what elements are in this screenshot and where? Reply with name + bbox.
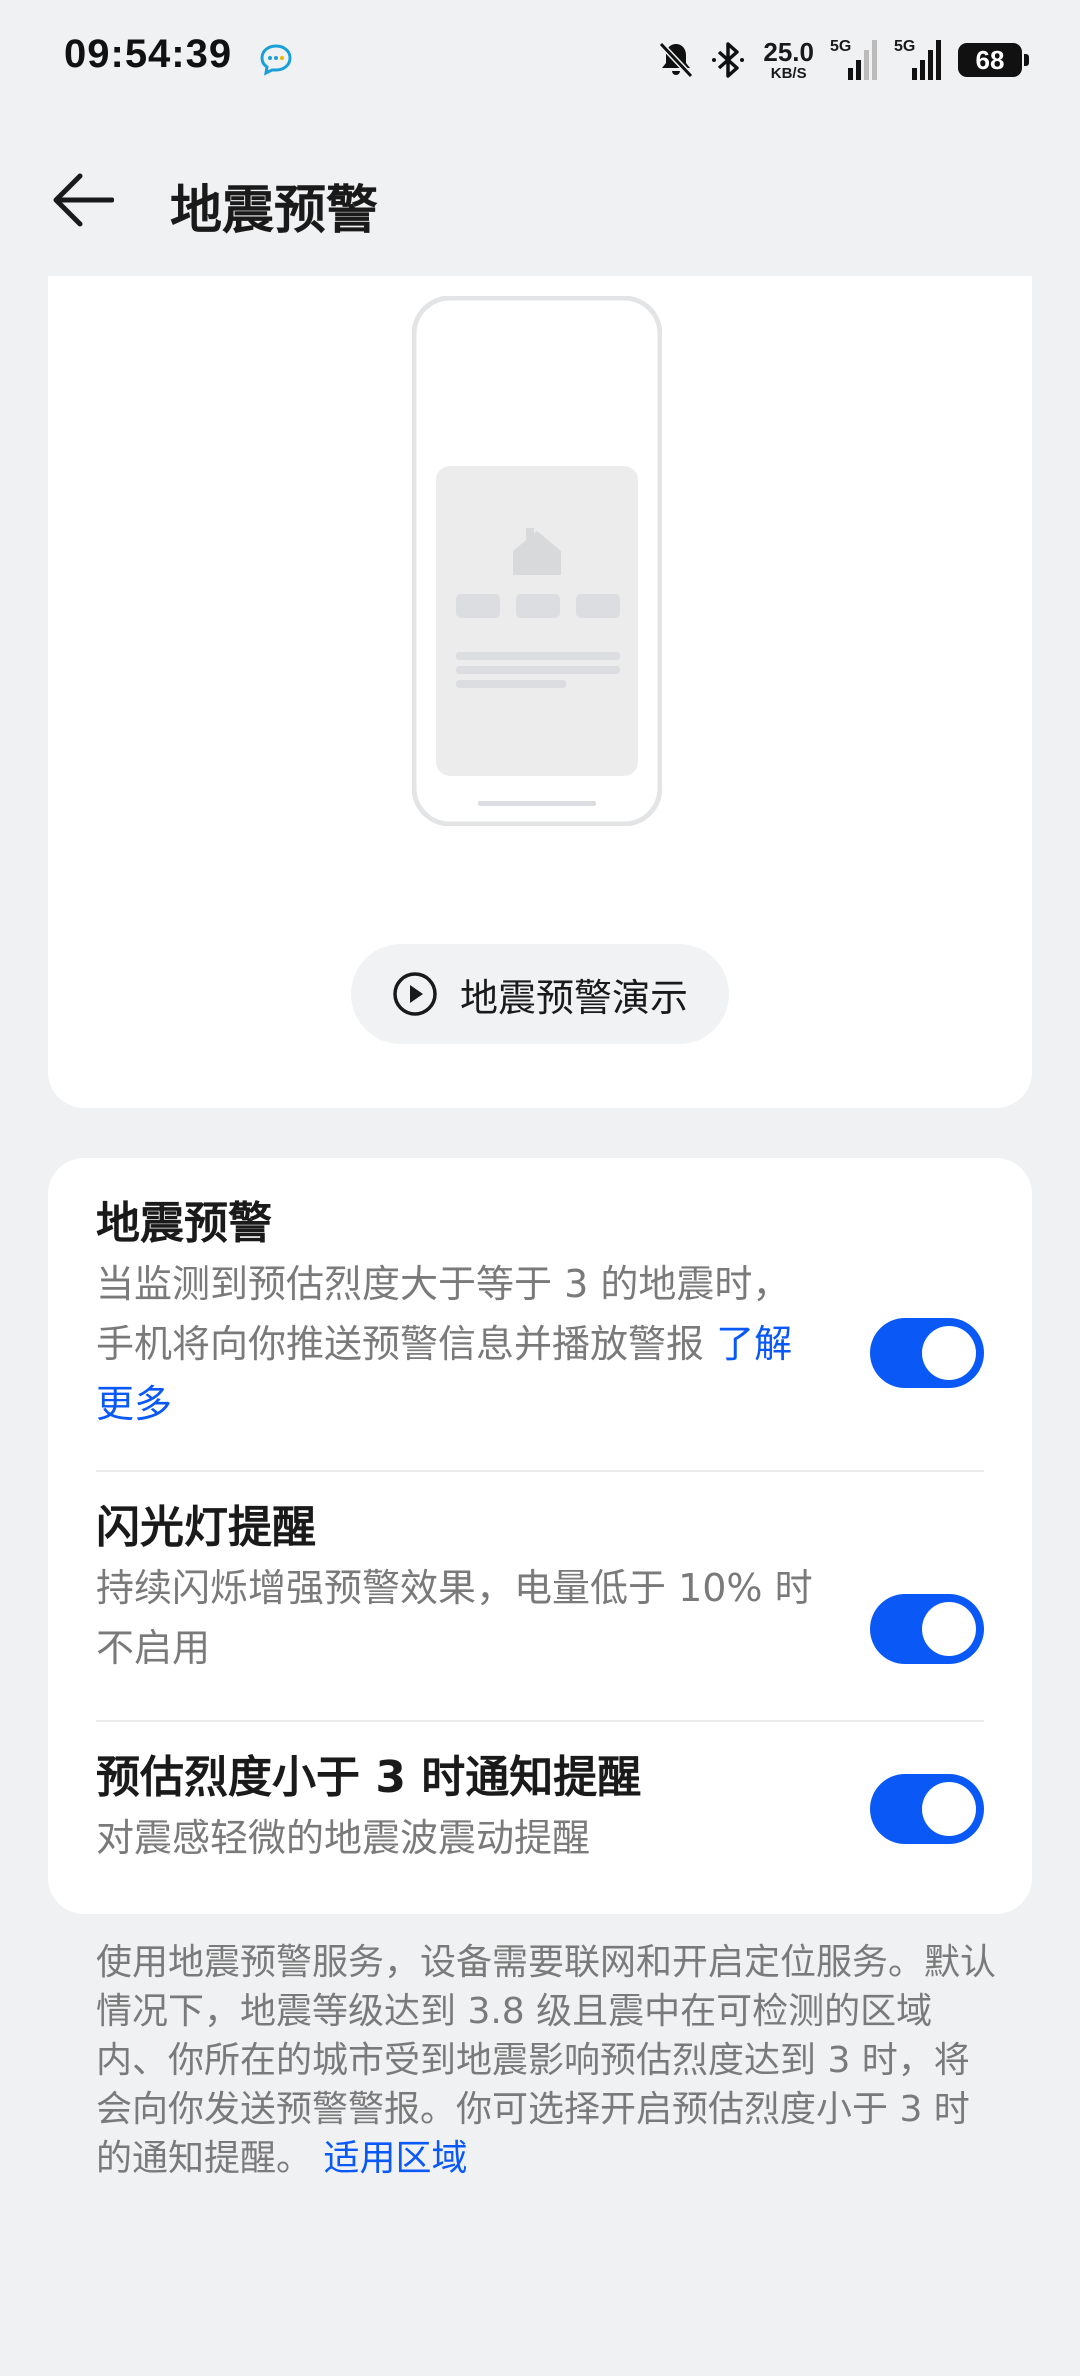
phone-illustration	[412, 296, 662, 826]
flashlight-reminder-toggle[interactable]	[870, 1594, 984, 1664]
low-intensity-notify-toggle[interactable]	[870, 1774, 984, 1844]
setting-desc: 对震感轻微的地震波震动提醒	[96, 1816, 591, 1860]
play-circle-icon	[393, 972, 437, 1016]
setting-low-intensity-notify: 预估烈度小于 3 时通知提醒 对震感轻微的地震波震动提醒	[96, 1748, 984, 1868]
message-bubble-icon	[260, 44, 292, 76]
net-speed-value: 25.0	[763, 37, 814, 67]
status-bar: 09:54:39 25.0 KB/S 5G 5G 68	[0, 0, 1080, 120]
demo-card: 地震预警演示	[48, 276, 1032, 1108]
back-arrow-icon[interactable]	[50, 172, 114, 228]
footnote-text: 使用地震预警服务，设备需要联网和开启定位服务。默认情况下，地震等级达到 3.8 …	[96, 1942, 997, 2179]
setting-desc: 当监测到预估烈度大于等于 3 的地震时，手机将向你推送预警信息并播放警报 了解更…	[96, 1254, 826, 1434]
setting-desc: 持续闪烁增强预警效果，电量低于 10% 时不启用	[96, 1566, 813, 1670]
demo-button-label: 地震预警演示	[459, 975, 688, 1020]
earthquake-warning-toggle[interactable]	[870, 1318, 984, 1388]
setting-flashlight-reminder: 闪光灯提醒 持续闪烁增强预警效果，电量低于 10% 时不启用	[96, 1498, 984, 1678]
status-icons: 25.0 KB/S 5G 5G 68	[657, 36, 1029, 84]
earthquake-demo-button[interactable]: 地震预警演示	[351, 944, 729, 1044]
battery-icon: 68	[958, 43, 1029, 77]
service-footnote: 使用地震预警服务，设备需要联网和开启定位服务。默认情况下，地震等级达到 3.8 …	[96, 1938, 996, 2183]
sim1-signal-icon: 5G	[830, 38, 878, 82]
setting-title: 闪光灯提醒	[96, 1502, 316, 1553]
bluetooth-icon	[712, 42, 745, 78]
setting-desc-text: 当监测到预估烈度大于等于 3 的地震时，手机将向你推送预警信息并播放警报	[96, 1262, 791, 1366]
app-header: 地震预警	[0, 150, 1080, 250]
battery-level: 68	[975, 44, 1005, 75]
bell-off-icon	[659, 41, 694, 79]
status-time: 09:54:39	[64, 32, 233, 76]
sim2-signal-icon: 5G	[894, 38, 942, 82]
net-speed-unit: KB/S	[770, 65, 807, 82]
page-title: 地震预警	[170, 181, 379, 241]
network-speed: 25.0 KB/S	[763, 39, 814, 81]
divider	[96, 1470, 984, 1472]
divider	[96, 1720, 984, 1722]
setting-earthquake-warning: 地震预警 当监测到预估烈度大于等于 3 的地震时，手机将向你推送预警信息并播放警…	[96, 1194, 984, 1434]
setting-title: 预估烈度小于 3 时通知提醒	[96, 1752, 642, 1803]
applicable-region-link[interactable]: 适用区域	[323, 2138, 467, 2179]
setting-title: 地震预警	[96, 1198, 272, 1249]
settings-card: 地震预警 当监测到预估烈度大于等于 3 的地震时，手机将向你推送预警信息并播放警…	[48, 1158, 1032, 1914]
